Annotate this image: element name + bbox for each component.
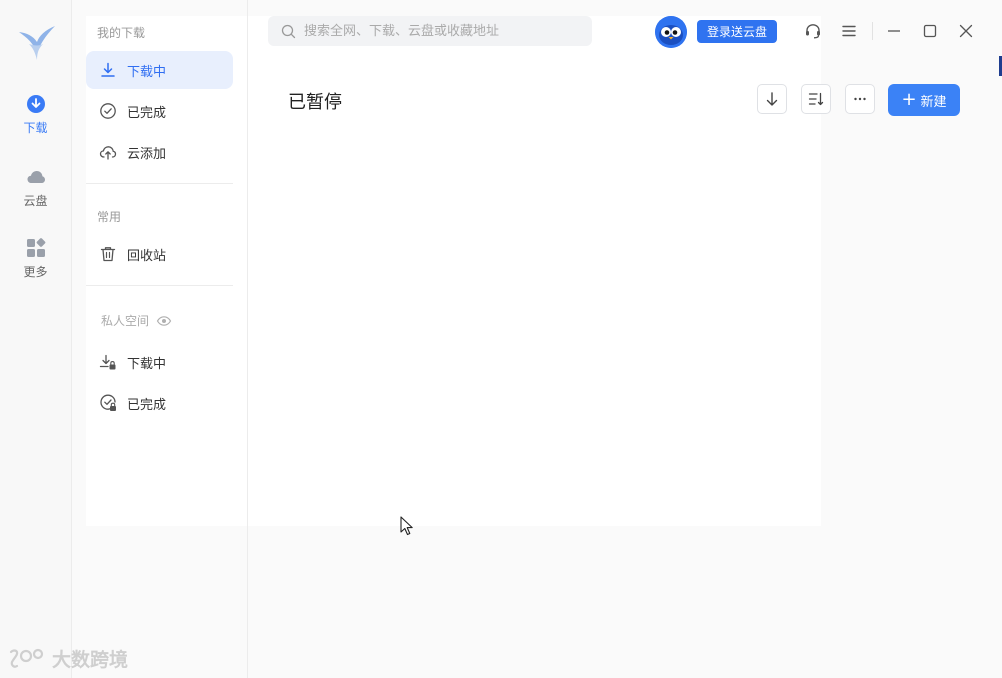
cloud-icon xyxy=(27,171,45,183)
section-common: 常用 xyxy=(97,210,122,224)
login-button[interactable]: 登录送云盘 xyxy=(697,20,777,43)
nav-item-private-completed[interactable]: 已完成 xyxy=(86,384,233,422)
section-my-downloads: 我的下载 xyxy=(97,26,146,40)
nav-item-label: 回收站 xyxy=(127,248,167,264)
section-private-label: 私人空间 xyxy=(101,314,150,328)
arrow-down-icon xyxy=(766,92,778,106)
nav-divider xyxy=(86,285,233,286)
bird-avatar-icon xyxy=(655,16,687,48)
more-button[interactable] xyxy=(845,84,875,114)
app-logo-icon xyxy=(19,26,55,60)
headset-icon[interactable] xyxy=(804,22,822,40)
search-bar[interactable] xyxy=(268,16,592,46)
locked-check-icon xyxy=(100,394,116,411)
nav-item-recycle[interactable]: 回收站 xyxy=(86,235,233,273)
close-icon[interactable] xyxy=(957,22,975,40)
rail-item-download[interactable]: 下载 xyxy=(0,94,71,136)
search-icon xyxy=(281,24,296,38)
new-task-label: 新建 xyxy=(920,94,947,110)
plus-icon: + xyxy=(901,89,917,110)
cloud-upload-icon xyxy=(99,146,117,160)
rail-label: 下载 xyxy=(23,121,48,135)
check-circle-icon xyxy=(100,103,116,119)
sort-button[interactable] xyxy=(801,84,831,114)
rail-label: 更多 xyxy=(23,265,48,279)
download-button[interactable] xyxy=(757,84,787,114)
nav-item-label: 下载中 xyxy=(127,356,167,372)
minimize-icon[interactable] xyxy=(885,22,903,40)
sort-icon xyxy=(808,92,824,106)
nav-item-private-downloading[interactable]: 下载中 xyxy=(86,343,233,381)
rail-item-cloud[interactable]: 云盘 xyxy=(0,167,71,209)
nav-item-label: 下载中 xyxy=(127,64,167,80)
maximize-icon[interactable] xyxy=(921,22,939,40)
search-input[interactable] xyxy=(302,22,586,40)
eye-icon[interactable] xyxy=(156,313,172,329)
nav-item-label: 已完成 xyxy=(127,105,167,121)
rail-label: 云盘 xyxy=(23,194,48,208)
download-arrow-icon xyxy=(101,62,115,77)
section-private-space: 私人空间 xyxy=(101,312,172,329)
more-dots-icon xyxy=(854,97,866,101)
toolbar-separator xyxy=(872,22,873,40)
nav-item-label: 云添加 xyxy=(127,146,167,162)
mouse-cursor-icon xyxy=(400,516,413,536)
download-circle-icon xyxy=(26,95,45,113)
new-task-button[interactable]: + 新建 xyxy=(888,84,960,116)
page-title: 已暂停 xyxy=(288,92,342,113)
nav-divider xyxy=(86,183,233,184)
nav-item-cloud-add[interactable]: 云添加 xyxy=(86,133,233,171)
watermark-text: 大数跨境 xyxy=(52,649,129,671)
trash-icon xyxy=(100,247,116,262)
nav-item-downloading[interactable]: 下载中 xyxy=(86,51,233,89)
rail-item-more[interactable]: 更多 xyxy=(0,238,71,280)
locked-download-icon xyxy=(99,354,116,370)
watermark-logo-icon xyxy=(9,648,44,668)
nav-item-completed[interactable]: 已完成 xyxy=(86,92,233,130)
avatar[interactable] xyxy=(655,16,687,48)
menu-icon[interactable] xyxy=(840,22,858,40)
apps-grid-icon xyxy=(26,238,45,257)
watermark: 大数跨境 xyxy=(8,645,128,672)
nav-item-label: 已完成 xyxy=(127,397,167,413)
